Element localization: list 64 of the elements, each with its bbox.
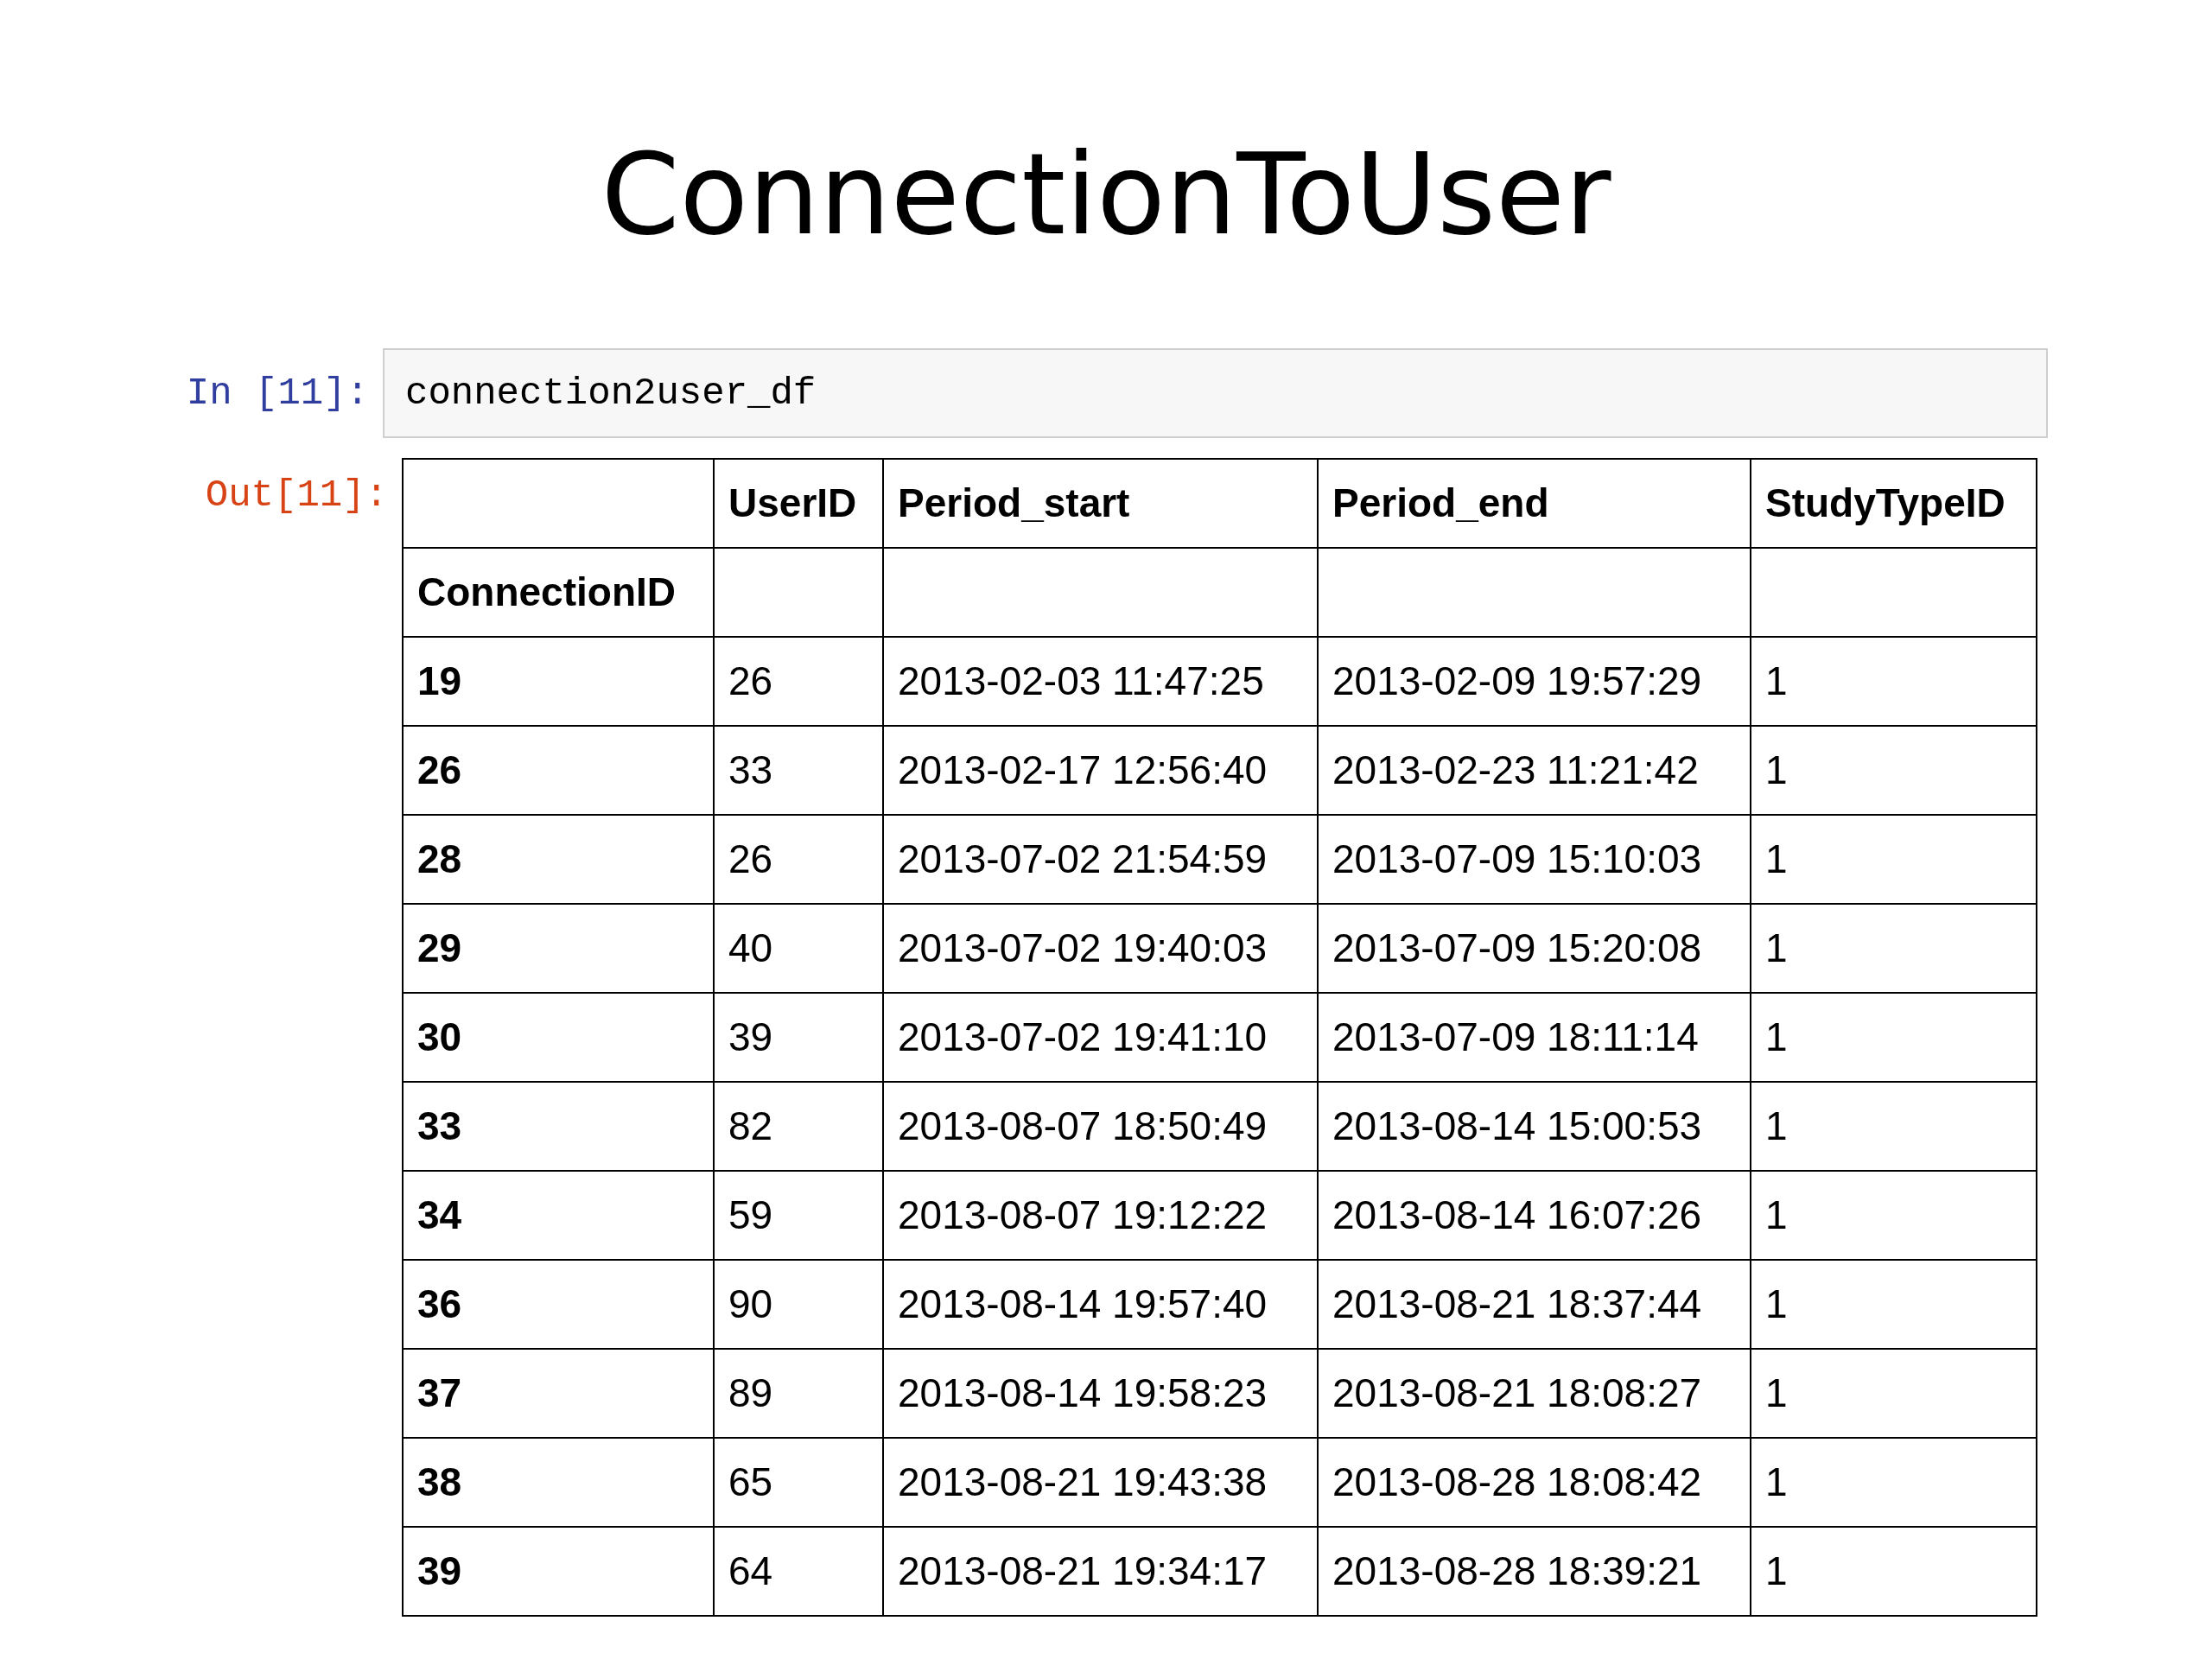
table-header-cell: Period_start bbox=[883, 459, 1318, 548]
table-cell: 1 bbox=[1751, 815, 2037, 904]
table-cell: 1 bbox=[1751, 1349, 2037, 1438]
table-cell: 2013-07-02 21:54:59 bbox=[883, 815, 1318, 904]
table-cell: 2013-08-28 18:39:21 bbox=[1318, 1527, 1751, 1616]
index-cell: 36 bbox=[403, 1260, 714, 1349]
table-cell: 2013-08-14 19:58:23 bbox=[883, 1349, 1318, 1438]
index-cell: 19 bbox=[403, 637, 714, 726]
table-cell: 89 bbox=[714, 1349, 883, 1438]
table-cell: 2013-07-09 15:20:08 bbox=[1318, 904, 1751, 993]
table-cell: 2013-08-07 18:50:49 bbox=[883, 1082, 1318, 1171]
table-cell: 2013-08-14 15:00:53 bbox=[1318, 1082, 1751, 1171]
table-cell: 26 bbox=[714, 815, 883, 904]
index-cell: 37 bbox=[403, 1349, 714, 1438]
table-cell: 1 bbox=[1751, 1171, 2037, 1260]
table-cell: 2013-08-28 18:08:42 bbox=[1318, 1438, 1751, 1527]
index-cell: 28 bbox=[403, 815, 714, 904]
table-cell: 59 bbox=[714, 1171, 883, 1260]
input-prompt: In [11]: bbox=[185, 371, 370, 416]
slide-title: ConnectionToUser bbox=[601, 138, 1611, 262]
table-cell: 2013-08-21 19:43:38 bbox=[883, 1438, 1318, 1527]
table-cell: 2013-08-07 19:12:22 bbox=[883, 1171, 1318, 1260]
table-cell: 2013-08-14 19:57:40 bbox=[883, 1260, 1318, 1349]
table-cell: 2013-08-21 18:37:44 bbox=[1318, 1260, 1751, 1349]
table-cell: 1 bbox=[1751, 637, 2037, 726]
table-cell: 33 bbox=[714, 726, 883, 815]
table-cell: 40 bbox=[714, 904, 883, 993]
table-cell: 1 bbox=[1751, 1260, 2037, 1349]
table-cell: 2013-07-09 15:10:03 bbox=[1318, 815, 1751, 904]
table-header-cell: Period_end bbox=[1318, 459, 1751, 548]
table-cell: 1 bbox=[1751, 726, 2037, 815]
index-cell: 29 bbox=[403, 904, 714, 993]
index-name-cell: ConnectionID bbox=[403, 548, 714, 637]
table-header-cell: StudyTypeID bbox=[1751, 459, 2037, 548]
table-cell: 2013-07-02 19:41:10 bbox=[883, 993, 1318, 1082]
table-cell: 2013-08-21 19:34:17 bbox=[883, 1527, 1318, 1616]
output-prompt: Out[11]: bbox=[205, 473, 388, 518]
index-cell: 33 bbox=[403, 1082, 714, 1171]
table-cell: 90 bbox=[714, 1260, 883, 1349]
table-cell: 2013-07-09 18:11:14 bbox=[1318, 993, 1751, 1082]
table-cell: 1 bbox=[1751, 1527, 2037, 1616]
code-cell[interactable]: connection2user_df bbox=[383, 348, 2048, 438]
index-cell: 30 bbox=[403, 993, 714, 1082]
table-cell: 1 bbox=[1751, 1438, 2037, 1527]
table-cell: 2013-02-09 19:57:29 bbox=[1318, 637, 1751, 726]
table-cell: 64 bbox=[714, 1527, 883, 1616]
table-cell: 2013-02-17 12:56:40 bbox=[883, 726, 1318, 815]
table-cell: 39 bbox=[714, 993, 883, 1082]
table-cell: 2013-08-14 16:07:26 bbox=[1318, 1171, 1751, 1260]
table-cell: 65 bbox=[714, 1438, 883, 1527]
table-cell: 2013-02-23 11:21:42 bbox=[1318, 726, 1751, 815]
table-cell: 1 bbox=[1751, 1082, 2037, 1171]
table-cell: 1 bbox=[1751, 993, 2037, 1082]
table-cell: 2013-08-21 18:08:27 bbox=[1318, 1349, 1751, 1438]
index-cell: 34 bbox=[403, 1171, 714, 1260]
table-cell: 1 bbox=[1751, 904, 2037, 993]
index-cell: 39 bbox=[403, 1527, 714, 1616]
table-cell: 2013-07-02 19:40:03 bbox=[883, 904, 1318, 993]
table-header-cell: UserID bbox=[714, 459, 883, 548]
index-cell: 38 bbox=[403, 1438, 714, 1527]
table-cell: 2013-02-03 11:47:25 bbox=[883, 637, 1318, 726]
table-cell: 26 bbox=[714, 637, 883, 726]
index-cell: 26 bbox=[403, 726, 714, 815]
table-cell: 82 bbox=[714, 1082, 883, 1171]
